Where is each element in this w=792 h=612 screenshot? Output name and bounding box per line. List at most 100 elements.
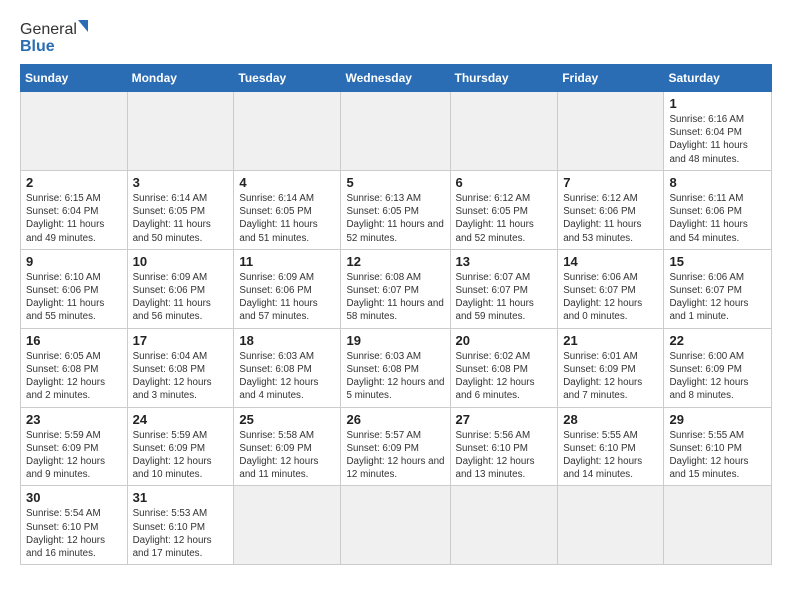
weekday-header-sunday: Sunday <box>21 65 128 92</box>
calendar-cell: 1 Sunrise: 6:16 AM Sunset: 6:04 PM Daylig… <box>664 92 772 171</box>
calendar-cell: 21 Sunrise: 6:01 AM Sunset: 6:09 PM Dayli… <box>558 328 664 407</box>
calendar-cell <box>558 486 664 565</box>
calendar-week-row: 1 Sunrise: 6:16 AM Sunset: 6:04 PM Daylig… <box>21 92 772 171</box>
day-number: 26 <box>346 412 444 427</box>
day-number: 23 <box>26 412 122 427</box>
calendar-cell: 24 Sunrise: 5:59 AM Sunset: 6:09 PM Dayli… <box>127 407 234 486</box>
day-info: Sunrise: 6:07 AM Sunset: 6:07 PM Dayligh… <box>456 271 553 324</box>
day-number: 5 <box>346 175 444 190</box>
calendar-cell: 20Sunrise: 6:02 AM Sunset: 6:08 PM Dayli… <box>450 328 558 407</box>
day-number: 1 <box>669 96 766 111</box>
calendar-cell: 31Sunrise: 5:53 AM Sunset: 6:10 PM Dayli… <box>127 486 234 565</box>
day-info: Sunrise: 5:57 AM Sunset: 6:09 PM Dayligh… <box>346 429 444 482</box>
calendar-cell <box>450 486 558 565</box>
day-info: Sunrise: 6:15 AM Sunset: 6:04 PM Dayligh… <box>26 192 122 245</box>
weekday-header-thursday: Thursday <box>450 65 558 92</box>
day-info: Sunrise: 6:05 AM Sunset: 6:08 PM Dayligh… <box>26 350 122 403</box>
calendar-cell: 17 Sunrise: 6:04 AM Sunset: 6:08 PM Dayli… <box>127 328 234 407</box>
calendar-cell <box>127 92 234 171</box>
calendar-cell: 14Sunrise: 6:06 AM Sunset: 6:07 PM Dayli… <box>558 249 664 328</box>
day-info: Sunrise: 6:03 AM Sunset: 6:08 PM Dayligh… <box>346 350 444 403</box>
calendar-cell: 25 Sunrise: 5:58 AM Sunset: 6:09 PM Dayli… <box>234 407 341 486</box>
day-number: 4 <box>239 175 335 190</box>
day-number: 8 <box>669 175 766 190</box>
day-number: 17 <box>133 333 229 348</box>
page: GeneralBlue SundayMondayTuesdayWednesday… <box>0 0 792 612</box>
day-info: Sunrise: 6:06 AM Sunset: 6:07 PM Dayligh… <box>669 271 766 324</box>
calendar-cell: 6Sunrise: 6:12 AM Sunset: 6:05 PM Daylig… <box>450 170 558 249</box>
calendar-cell: 4 Sunrise: 6:14 AM Sunset: 6:05 PM Daylig… <box>234 170 341 249</box>
day-info: Sunrise: 5:56 AM Sunset: 6:10 PM Dayligh… <box>456 429 553 482</box>
day-info: Sunrise: 5:59 AM Sunset: 6:09 PM Dayligh… <box>26 429 122 482</box>
calendar-cell: 26 Sunrise: 5:57 AM Sunset: 6:09 PM Dayli… <box>341 407 450 486</box>
day-info: Sunrise: 6:13 AM Sunset: 6:05 PM Dayligh… <box>346 192 444 245</box>
day-info: Sunrise: 5:55 AM Sunset: 6:10 PM Dayligh… <box>563 429 658 482</box>
calendar-cell <box>341 486 450 565</box>
weekday-header-tuesday: Tuesday <box>234 65 341 92</box>
day-number: 3 <box>133 175 229 190</box>
calendar-cell: 18Sunrise: 6:03 AM Sunset: 6:08 PM Dayli… <box>234 328 341 407</box>
day-number: 7 <box>563 175 658 190</box>
calendar-cell <box>21 92 128 171</box>
logo-svg: GeneralBlue <box>20 16 90 56</box>
day-info: Sunrise: 5:59 AM Sunset: 6:09 PM Dayligh… <box>133 429 229 482</box>
weekday-header-row: SundayMondayTuesdayWednesdayThursdayFrid… <box>21 65 772 92</box>
calendar-cell <box>450 92 558 171</box>
day-info: Sunrise: 6:09 AM Sunset: 6:06 PM Dayligh… <box>133 271 229 324</box>
calendar-cell: 8Sunrise: 6:11 AM Sunset: 6:06 PM Daylig… <box>664 170 772 249</box>
day-number: 2 <box>26 175 122 190</box>
day-number: 19 <box>346 333 444 348</box>
calendar-cell: 22Sunrise: 6:00 AM Sunset: 6:09 PM Dayli… <box>664 328 772 407</box>
calendar-cell: 9Sunrise: 6:10 AM Sunset: 6:06 PM Daylig… <box>21 249 128 328</box>
calendar-week-row: 2 Sunrise: 6:15 AM Sunset: 6:04 PM Daylig… <box>21 170 772 249</box>
day-info: Sunrise: 5:55 AM Sunset: 6:10 PM Dayligh… <box>669 429 766 482</box>
calendar-cell <box>664 486 772 565</box>
day-number: 15 <box>669 254 766 269</box>
weekday-header-saturday: Saturday <box>664 65 772 92</box>
calendar-table: SundayMondayTuesdayWednesdayThursdayFrid… <box>20 64 772 565</box>
calendar-cell: 5 Sunrise: 6:13 AM Sunset: 6:05 PM Daylig… <box>341 170 450 249</box>
calendar-cell: 16 Sunrise: 6:05 AM Sunset: 6:08 PM Dayli… <box>21 328 128 407</box>
day-info: Sunrise: 6:14 AM Sunset: 6:05 PM Dayligh… <box>133 192 229 245</box>
day-info: Sunrise: 5:58 AM Sunset: 6:09 PM Dayligh… <box>239 429 335 482</box>
day-info: Sunrise: 6:04 AM Sunset: 6:08 PM Dayligh… <box>133 350 229 403</box>
weekday-header-friday: Friday <box>558 65 664 92</box>
day-number: 18 <box>239 333 335 348</box>
day-info: Sunrise: 6:14 AM Sunset: 6:05 PM Dayligh… <box>239 192 335 245</box>
header: GeneralBlue <box>20 16 772 56</box>
day-info: Sunrise: 6:10 AM Sunset: 6:06 PM Dayligh… <box>26 271 122 324</box>
calendar-week-row: 16 Sunrise: 6:05 AM Sunset: 6:08 PM Dayli… <box>21 328 772 407</box>
day-number: 27 <box>456 412 553 427</box>
calendar-cell: 3 Sunrise: 6:14 AM Sunset: 6:05 PM Daylig… <box>127 170 234 249</box>
calendar-cell: 2 Sunrise: 6:15 AM Sunset: 6:04 PM Daylig… <box>21 170 128 249</box>
calendar-cell: 19 Sunrise: 6:03 AM Sunset: 6:08 PM Dayli… <box>341 328 450 407</box>
day-number: 20 <box>456 333 553 348</box>
weekday-header-wednesday: Wednesday <box>341 65 450 92</box>
calendar-cell <box>234 92 341 171</box>
svg-text:Blue: Blue <box>20 38 55 55</box>
day-info: Sunrise: 6:09 AM Sunset: 6:06 PM Dayligh… <box>239 271 335 324</box>
calendar-cell <box>341 92 450 171</box>
day-info: Sunrise: 5:54 AM Sunset: 6:10 PM Dayligh… <box>26 507 122 560</box>
day-number: 25 <box>239 412 335 427</box>
day-info: Sunrise: 6:16 AM Sunset: 6:04 PM Dayligh… <box>669 113 766 166</box>
calendar-week-row: 23 Sunrise: 5:59 AM Sunset: 6:09 PM Dayli… <box>21 407 772 486</box>
weekday-header-monday: Monday <box>127 65 234 92</box>
day-number: 16 <box>26 333 122 348</box>
day-info: Sunrise: 6:12 AM Sunset: 6:06 PM Dayligh… <box>563 192 658 245</box>
day-info: Sunrise: 5:53 AM Sunset: 6:10 PM Dayligh… <box>133 507 229 560</box>
logo: GeneralBlue <box>20 16 90 56</box>
calendar-week-row: 9Sunrise: 6:10 AM Sunset: 6:06 PM Daylig… <box>21 249 772 328</box>
calendar-cell: 7 Sunrise: 6:12 AM Sunset: 6:06 PM Daylig… <box>558 170 664 249</box>
calendar-cell: 12Sunrise: 6:08 AM Sunset: 6:07 PM Dayli… <box>341 249 450 328</box>
day-number: 11 <box>239 254 335 269</box>
day-number: 14 <box>563 254 658 269</box>
calendar-cell: 15 Sunrise: 6:06 AM Sunset: 6:07 PM Dayli… <box>664 249 772 328</box>
day-number: 21 <box>563 333 658 348</box>
day-number: 24 <box>133 412 229 427</box>
calendar-cell: 11 Sunrise: 6:09 AM Sunset: 6:06 PM Dayli… <box>234 249 341 328</box>
day-number: 6 <box>456 175 553 190</box>
day-number: 10 <box>133 254 229 269</box>
calendar-week-row: 30Sunrise: 5:54 AM Sunset: 6:10 PM Dayli… <box>21 486 772 565</box>
day-info: Sunrise: 6:01 AM Sunset: 6:09 PM Dayligh… <box>563 350 658 403</box>
